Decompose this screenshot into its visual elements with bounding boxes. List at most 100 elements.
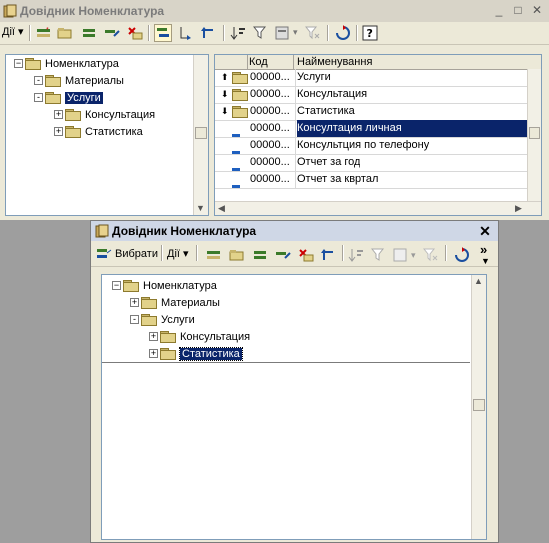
main-title-bar[interactable]: Довідник Номенклатура _ □ ✕	[0, 0, 549, 23]
filter-clear-icon[interactable]	[422, 246, 440, 264]
grid-row[interactable]: ⬆ 00000... Услуги	[215, 69, 527, 87]
grid-cell-name: Статистика	[297, 105, 355, 117]
tree-scrollbar[interactable]: ▼	[193, 55, 208, 215]
grid-column-divider	[295, 103, 296, 120]
grid-row[interactable]: 00000... Консультция по телефону	[215, 137, 527, 155]
filter-dropdown-arrow-icon[interactable]: ▾	[293, 27, 298, 38]
main-window: Довідник Номенклатура _ □ ✕ Дії ▾ * ▾ ? …	[0, 0, 549, 220]
grid-row[interactable]: ⬇ 00000... Статистика	[215, 103, 527, 121]
copy-icon[interactable]	[251, 246, 269, 264]
actions-menu-button[interactable]: Дії ▾	[2, 22, 24, 42]
grid-row[interactable]: 00000... Отчет за квртал	[215, 171, 527, 189]
toolbar-separator	[342, 245, 344, 261]
tree-row-materials[interactable]: - Материалы	[34, 72, 124, 89]
toolbar-separator	[161, 245, 163, 261]
scroll-down-icon[interactable]: ▼	[196, 203, 205, 213]
delete-icon[interactable]	[297, 246, 315, 264]
copy-icon[interactable]	[80, 24, 98, 42]
grid-cell-name: Отчет за квртал	[297, 173, 379, 185]
grid-header-code[interactable]: Код	[249, 55, 294, 69]
scroll-thumb[interactable]	[529, 127, 540, 139]
filter-list-icon[interactable]	[392, 246, 410, 264]
grid-header-name[interactable]: Найменування	[297, 55, 372, 69]
add-folder-icon[interactable]	[228, 246, 246, 264]
close-icon[interactable]: ✕	[477, 223, 493, 239]
grid-scrollbar[interactable]	[527, 69, 541, 201]
tree-item-label: Услуги	[161, 313, 195, 326]
expander-icon[interactable]: +	[54, 110, 63, 119]
hierarchy-icon[interactable]	[177, 24, 195, 42]
grid-row[interactable]: 00000... Консултация личная	[215, 120, 527, 138]
tree-row-services[interactable]: - Услуги	[130, 311, 195, 328]
expander-icon[interactable]: -	[34, 93, 43, 102]
grid-row[interactable]: 00000... Отчет за год	[215, 154, 527, 172]
tree-row-statistics[interactable]: + Статистика	[149, 345, 243, 362]
level-up-icon[interactable]	[200, 24, 218, 42]
tree-row-statistics[interactable]: + Статистика	[54, 123, 143, 140]
expander-icon[interactable]: +	[149, 332, 158, 341]
add-folder-icon[interactable]	[56, 24, 74, 42]
scroll-thumb[interactable]	[195, 127, 207, 139]
sort-icon[interactable]	[347, 246, 365, 264]
scroll-thumb[interactable]	[473, 399, 485, 411]
scroll-right-icon[interactable]: ▶	[515, 203, 522, 214]
tree-row-materials[interactable]: + Материалы	[130, 294, 220, 311]
scroll-up-icon[interactable]: ▲	[474, 276, 483, 286]
sort-down-marker-icon: ⬇	[221, 106, 229, 116]
tree-row-root[interactable]: − Номенклатура	[112, 277, 217, 294]
select-tree-panel[interactable]: − Номенклатура + Материалы - Услуги + Ко…	[101, 274, 487, 540]
folder-icon	[123, 280, 139, 292]
expander-icon[interactable]: -	[130, 315, 139, 324]
filter-list-icon[interactable]	[274, 24, 292, 42]
tree-row-services[interactable]: - Услуги	[34, 89, 103, 106]
tree-row-root[interactable]: − Номенклатура	[14, 55, 119, 72]
minimize-icon[interactable]: _	[492, 3, 506, 17]
tree-view-toggle-icon[interactable]	[154, 24, 172, 42]
folder-icon	[232, 89, 252, 101]
refresh-icon[interactable]	[453, 246, 471, 264]
tree-row-consultation[interactable]: + Консультация	[149, 328, 250, 345]
tree-row-consultation[interactable]: + Консультация	[54, 106, 155, 123]
filter-clear-icon[interactable]	[304, 24, 322, 42]
sort-up-marker-icon: ⬆	[221, 72, 229, 82]
select-title-bar[interactable]: Довідник Номенклатура ✕	[91, 221, 498, 241]
more-tools-button[interactable]: »	[480, 242, 487, 257]
level-up-icon[interactable]	[320, 246, 338, 264]
maximize-icon[interactable]: □	[511, 3, 525, 17]
filter-dropdown-arrow-icon[interactable]: ▾	[411, 250, 416, 261]
actions-label: Дії	[167, 248, 180, 260]
help-icon[interactable]: ?	[361, 24, 379, 42]
select-button[interactable]: Вибрати	[96, 244, 158, 264]
delete-icon[interactable]	[126, 24, 144, 42]
actions-menu-button[interactable]: Дії ▾	[167, 244, 189, 264]
tree-scrollbar[interactable]: ▲	[471, 275, 486, 539]
expander-icon[interactable]: +	[54, 127, 63, 136]
expander-icon[interactable]: +	[130, 298, 139, 307]
toolbar-separator	[29, 25, 31, 41]
add-item-icon[interactable]: *	[35, 24, 53, 42]
collapse-icon[interactable]: −	[112, 281, 121, 290]
tree-item-label: Консультация	[85, 108, 156, 121]
refresh-icon[interactable]	[334, 24, 352, 42]
expander-icon[interactable]: +	[149, 349, 158, 358]
expander-icon[interactable]: -	[34, 76, 43, 85]
collapse-icon[interactable]: −	[14, 59, 23, 68]
svg-text:?: ?	[367, 27, 373, 40]
sort-icon[interactable]	[229, 24, 247, 42]
tree-item-label: Материалы	[65, 74, 124, 87]
add-item-icon[interactable]	[205, 246, 223, 264]
more-dropdown-arrow-icon[interactable]: ▼	[481, 256, 490, 266]
scroll-left-icon[interactable]: ◀	[218, 203, 225, 214]
filter-set-icon[interactable]	[370, 246, 388, 264]
edit-icon[interactable]	[103, 24, 121, 42]
main-tree-panel[interactable]: − Номенклатура - Материалы - Услуги + Ко…	[5, 54, 209, 216]
grid-hscrollbar[interactable]: ◀ ▶	[215, 201, 541, 215]
close-icon[interactable]: ✕	[530, 3, 544, 17]
tree-item-label: Материалы	[161, 296, 220, 309]
select-icon	[97, 249, 112, 258]
edit-icon[interactable]	[274, 246, 292, 264]
grid-row[interactable]: ⬇ 00000... Консультация	[215, 86, 527, 104]
folder-icon	[232, 106, 252, 118]
grid-cell-code: 00000...	[250, 105, 290, 117]
filter-set-icon[interactable]	[252, 24, 270, 42]
